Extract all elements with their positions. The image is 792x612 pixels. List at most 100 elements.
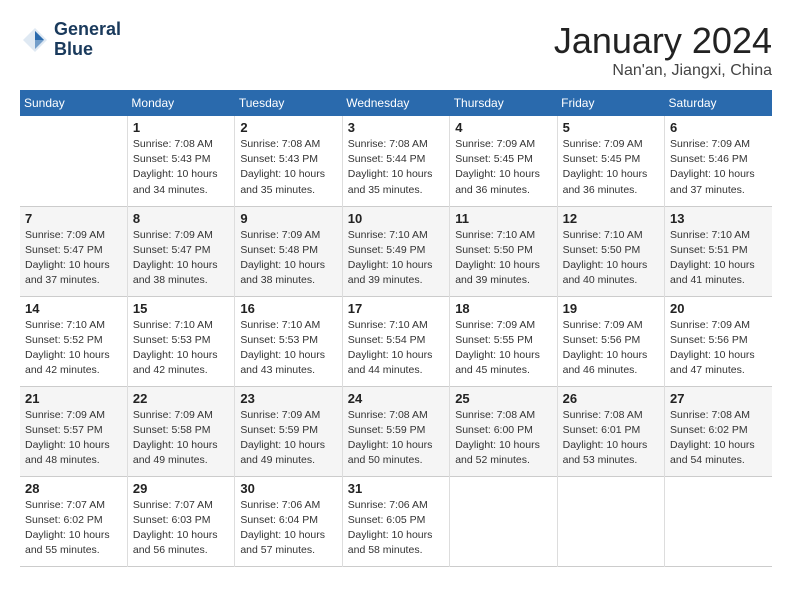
day-info: Sunrise: 7:10 AM Sunset: 5:51 PM Dayligh… [670,228,767,289]
day-info: Sunrise: 7:08 AM Sunset: 5:44 PM Dayligh… [348,137,444,198]
column-header-sunday: Sunday [20,90,127,116]
day-number: 7 [25,211,122,226]
calendar-cell: 13 Sunrise: 7:10 AM Sunset: 5:51 PM Dayli… [665,206,772,296]
day-number: 12 [563,211,659,226]
day-info: Sunrise: 7:08 AM Sunset: 6:00 PM Dayligh… [455,408,551,469]
day-number: 1 [133,120,229,135]
calendar-cell: 16Sunrise: 7:10 AM Sunset: 5:53 PM Dayli… [235,296,342,386]
day-number: 18 [455,301,551,316]
calendar-cell: 2 Sunrise: 7:08 AM Sunset: 5:43 PM Daylig… [235,116,342,206]
calendar-cell: 6 Sunrise: 7:09 AM Sunset: 5:46 PM Daylig… [665,116,772,206]
column-headers: SundayMondayTuesdayWednesdayThursdayFrid… [20,90,772,116]
day-info: Sunrise: 7:09 AM Sunset: 5:57 PM Dayligh… [25,408,122,469]
calendar-cell: 8 Sunrise: 7:09 AM Sunset: 5:47 PM Daylig… [127,206,234,296]
calendar-cell: 17Sunrise: 7:10 AM Sunset: 5:54 PM Dayli… [342,296,449,386]
day-info: Sunrise: 7:09 AM Sunset: 5:56 PM Dayligh… [670,318,767,379]
day-number: 14 [25,301,122,316]
day-number: 28 [25,481,122,496]
calendar-cell: 20 Sunrise: 7:09 AM Sunset: 5:56 PM Dayli… [665,296,772,386]
calendar-week-2: 7 Sunrise: 7:09 AM Sunset: 5:47 PM Daylig… [20,206,772,296]
calendar-cell: 12 Sunrise: 7:10 AM Sunset: 5:50 PM Dayli… [557,206,664,296]
day-number: 17 [348,301,444,316]
day-number: 6 [670,120,767,135]
calendar-cell [557,476,664,566]
day-info: Sunrise: 7:08 AM Sunset: 6:01 PM Dayligh… [563,408,659,469]
day-number: 19 [563,301,659,316]
day-info: Sunrise: 7:08 AM Sunset: 5:43 PM Dayligh… [133,137,229,198]
day-number: 26 [563,391,659,406]
calendar-cell: 21 Sunrise: 7:09 AM Sunset: 5:57 PM Dayli… [20,386,127,476]
column-header-thursday: Thursday [450,90,557,116]
calendar-cell: 22Sunrise: 7:09 AM Sunset: 5:58 PM Dayli… [127,386,234,476]
day-number: 31 [348,481,444,496]
calendar-cell: 10 Sunrise: 7:10 AM Sunset: 5:49 PM Dayli… [342,206,449,296]
month-year: January 2024 [554,20,772,62]
day-number: 10 [348,211,444,226]
day-number: 27 [670,391,767,406]
day-number: 15 [133,301,229,316]
day-info: Sunrise: 7:09 AM Sunset: 5:45 PM Dayligh… [563,137,659,198]
calendar-cell: 24Sunrise: 7:08 AM Sunset: 5:59 PM Dayli… [342,386,449,476]
day-number: 5 [563,120,659,135]
day-number: 8 [133,211,229,226]
day-info: Sunrise: 7:09 AM Sunset: 5:55 PM Dayligh… [455,318,551,379]
calendar-week-3: 14Sunrise: 7:10 AM Sunset: 5:52 PM Dayli… [20,296,772,386]
calendar-cell: 11Sunrise: 7:10 AM Sunset: 5:50 PM Dayli… [450,206,557,296]
logo-icon [20,25,50,55]
day-info: Sunrise: 7:07 AM Sunset: 6:03 PM Dayligh… [133,498,229,559]
day-number: 11 [455,211,551,226]
calendar-cell: 9Sunrise: 7:09 AM Sunset: 5:48 PM Daylig… [235,206,342,296]
day-info: Sunrise: 7:10 AM Sunset: 5:50 PM Dayligh… [563,228,659,289]
calendar-week-4: 21 Sunrise: 7:09 AM Sunset: 5:57 PM Dayli… [20,386,772,476]
day-info: Sunrise: 7:08 AM Sunset: 5:43 PM Dayligh… [240,137,336,198]
calendar-week-5: 28 Sunrise: 7:07 AM Sunset: 6:02 PM Dayli… [20,476,772,566]
day-info: Sunrise: 7:06 AM Sunset: 6:05 PM Dayligh… [348,498,444,559]
day-info: Sunrise: 7:09 AM Sunset: 5:46 PM Dayligh… [670,137,767,198]
day-info: Sunrise: 7:08 AM Sunset: 6:02 PM Dayligh… [670,408,767,469]
calendar-cell: 30 Sunrise: 7:06 AM Sunset: 6:04 PM Dayli… [235,476,342,566]
calendar-cell: 23 Sunrise: 7:09 AM Sunset: 5:59 PM Dayli… [235,386,342,476]
day-number: 13 [670,211,767,226]
calendar-cell [665,476,772,566]
day-number: 23 [240,391,336,406]
calendar-cell: 28 Sunrise: 7:07 AM Sunset: 6:02 PM Dayli… [20,476,127,566]
column-header-saturday: Saturday [665,90,772,116]
calendar-cell: 3Sunrise: 7:08 AM Sunset: 5:44 PM Daylig… [342,116,449,206]
calendar-week-1: 1 Sunrise: 7:08 AM Sunset: 5:43 PM Daylig… [20,116,772,206]
day-info: Sunrise: 7:06 AM Sunset: 6:04 PM Dayligh… [240,498,336,559]
day-info: Sunrise: 7:07 AM Sunset: 6:02 PM Dayligh… [25,498,122,559]
day-info: Sunrise: 7:09 AM Sunset: 5:56 PM Dayligh… [563,318,659,379]
logo: General Blue [20,20,121,60]
column-header-monday: Monday [127,90,234,116]
day-number: 20 [670,301,767,316]
calendar-cell: 26 Sunrise: 7:08 AM Sunset: 6:01 PM Dayli… [557,386,664,476]
column-header-tuesday: Tuesday [235,90,342,116]
calendar-cell: 31 Sunrise: 7:06 AM Sunset: 6:05 PM Dayli… [342,476,449,566]
day-info: Sunrise: 7:09 AM Sunset: 5:59 PM Dayligh… [240,408,336,469]
calendar-cell: 5 Sunrise: 7:09 AM Sunset: 5:45 PM Daylig… [557,116,664,206]
column-header-friday: Friday [557,90,664,116]
title-block: January 2024 Nan'an, Jiangxi, China [554,20,772,80]
day-number: 2 [240,120,336,135]
day-info: Sunrise: 7:09 AM Sunset: 5:58 PM Dayligh… [133,408,229,469]
day-number: 4 [455,120,551,135]
day-number: 9 [240,211,336,226]
day-info: Sunrise: 7:09 AM Sunset: 5:45 PM Dayligh… [455,137,551,198]
day-info: Sunrise: 7:10 AM Sunset: 5:53 PM Dayligh… [133,318,229,379]
page-header: General Blue January 2024 Nan'an, Jiangx… [20,20,772,80]
logo-text: General Blue [54,20,121,60]
calendar-cell: 7Sunrise: 7:09 AM Sunset: 5:47 PM Daylig… [20,206,127,296]
day-number: 30 [240,481,336,496]
day-number: 16 [240,301,336,316]
calendar-cell [450,476,557,566]
day-info: Sunrise: 7:08 AM Sunset: 5:59 PM Dayligh… [348,408,444,469]
calendar-cell: 4 Sunrise: 7:09 AM Sunset: 5:45 PM Daylig… [450,116,557,206]
day-number: 21 [25,391,122,406]
day-info: Sunrise: 7:09 AM Sunset: 5:47 PM Dayligh… [133,228,229,289]
day-info: Sunrise: 7:10 AM Sunset: 5:49 PM Dayligh… [348,228,444,289]
calendar-table: SundayMondayTuesdayWednesdayThursdayFrid… [20,90,772,567]
calendar-cell: 1 Sunrise: 7:08 AM Sunset: 5:43 PM Daylig… [127,116,234,206]
calendar-cell: 29Sunrise: 7:07 AM Sunset: 6:03 PM Dayli… [127,476,234,566]
location: Nan'an, Jiangxi, China [554,62,772,80]
calendar-cell: 15 Sunrise: 7:10 AM Sunset: 5:53 PM Dayli… [127,296,234,386]
